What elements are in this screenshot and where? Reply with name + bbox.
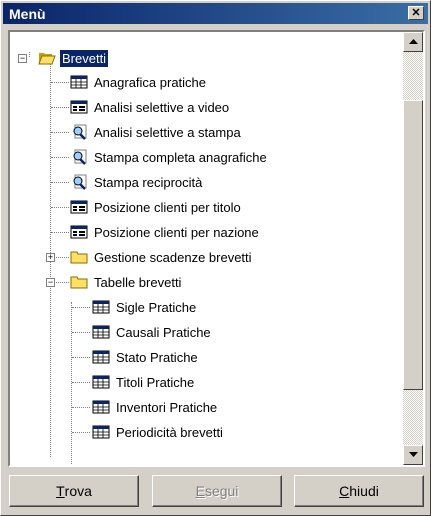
menu-window: Menù ✕ − Brevetti Anagrafica pratiche [0,0,431,516]
collapse-icon[interactable]: − [46,278,55,287]
folder-icon [70,249,88,265]
tree-item[interactable]: Stampa completa anagrafiche [70,145,269,169]
tree-root-label: Brevetti [60,50,108,67]
tree-line [71,302,72,465]
table-icon [92,424,110,440]
scroll-down-button[interactable] [403,445,423,465]
tree-item-label: Posizione clienti per titolo [92,199,243,216]
form-icon [70,224,88,240]
tree-item[interactable]: Posizione clienti per nazione [70,220,261,244]
button-bar: Trova Esegui Chiudi [8,475,425,509]
tree-root-brevetti[interactable]: − Brevetti [18,46,108,70]
tree-item-label: Inventori Pratiche [114,399,219,416]
tree-subitem[interactable]: Titoli Pratiche [92,370,196,394]
tree-line [51,157,69,158]
run-button[interactable]: Esegui [152,475,282,507]
vertical-scrollbar[interactable] [403,32,423,465]
tree-subitem[interactable]: Periodicità brevetti [92,420,225,444]
table-icon [92,374,110,390]
close-button[interactable]: Chiudi [294,475,424,507]
table-icon [92,349,110,365]
tree-item-label: Tabelle brevetti [92,274,183,291]
tree-item-label: Sigle Pratiche [114,299,198,316]
tree-area: − Brevetti Anagrafica pratiche Analisi s… [10,32,401,465]
tree-item-label: Titoli Pratiche [114,374,196,391]
arrow-up-icon [409,39,418,45]
menu-tree: − Brevetti Anagrafica pratiche Analisi s… [8,30,425,467]
print-preview-icon [70,174,88,190]
tree-folder-tabelle-brevetti[interactable]: − Tabelle brevetti [46,270,183,294]
tree-line [51,207,69,208]
tree-item[interactable]: Anagrafica pratiche [70,70,208,94]
table-icon [92,324,110,340]
scroll-up-button[interactable] [403,32,423,52]
tree-subitem[interactable]: Causali Pratiche [92,320,213,344]
run-accesskey: E [196,483,205,499]
tree-line [72,407,90,408]
tree-line [72,307,90,308]
folder-open-icon [38,50,56,66]
tree-item-label: Periodicità brevetti [114,424,225,441]
close-icon: ✕ [411,8,420,19]
tree-item-label: Analisi selettive a stampa [92,124,243,141]
tree-subitem[interactable]: Inventori Pratiche [92,395,219,419]
expand-icon[interactable]: + [46,253,55,262]
tree-item-label: Stampa completa anagrafiche [92,149,269,166]
print-preview-icon [70,149,88,165]
tree-subitem[interactable]: Sigle Pratiche [92,295,198,319]
close-accesskey: C [339,483,349,499]
tree-folder-gestione-scadenze[interactable]: + Gestione scadenze brevetti [46,245,254,269]
tree-line [51,232,69,233]
tree-item[interactable]: Posizione clienti per titolo [70,195,243,219]
table-icon [92,299,110,315]
tree-line [51,132,69,133]
close-window-button[interactable]: ✕ [408,6,424,20]
tree-line [51,82,69,83]
window-title: Menù [3,6,46,22]
tree-item-label: Analisi selettive a video [92,99,231,116]
find-label: rova [65,483,92,499]
tree-item-label: Stampa reciprocità [92,174,204,191]
tree-item-label: Posizione clienti per nazione [92,224,261,241]
title-bar[interactable]: Menù ✕ [3,3,428,24]
form-icon [70,99,88,115]
tree-item-label: Causali Pratiche [114,324,213,341]
form-icon [70,199,88,215]
tree-item-label: Anagrafica pratiche [92,74,208,91]
tree-line [72,357,90,358]
tree-line [51,182,69,183]
arrow-down-icon [409,452,418,458]
tree-item[interactable]: Stampa reciprocità [70,170,204,194]
tree-line [72,332,90,333]
tree-item[interactable]: Analisi selettive a stampa [70,120,243,144]
scroll-thumb[interactable] [403,100,423,390]
tree-subitem[interactable]: Stato Pratiche [92,345,200,369]
find-accesskey: T [56,483,65,499]
tree-line [72,432,90,433]
tree-line [51,107,69,108]
tree-item-label: Gestione scadenze brevetti [92,249,254,266]
close-label: hiudi [349,483,379,499]
table-icon [70,74,88,90]
folder-icon [70,274,88,290]
tree-item-label: Stato Pratiche [114,349,200,366]
find-button[interactable]: Trova [9,475,139,507]
run-label: segui [205,483,238,499]
tree-line [72,382,90,383]
tree-item[interactable]: Analisi selettive a video [70,95,231,119]
collapse-icon[interactable]: − [18,54,27,63]
table-icon [92,399,110,415]
print-preview-icon [70,124,88,140]
